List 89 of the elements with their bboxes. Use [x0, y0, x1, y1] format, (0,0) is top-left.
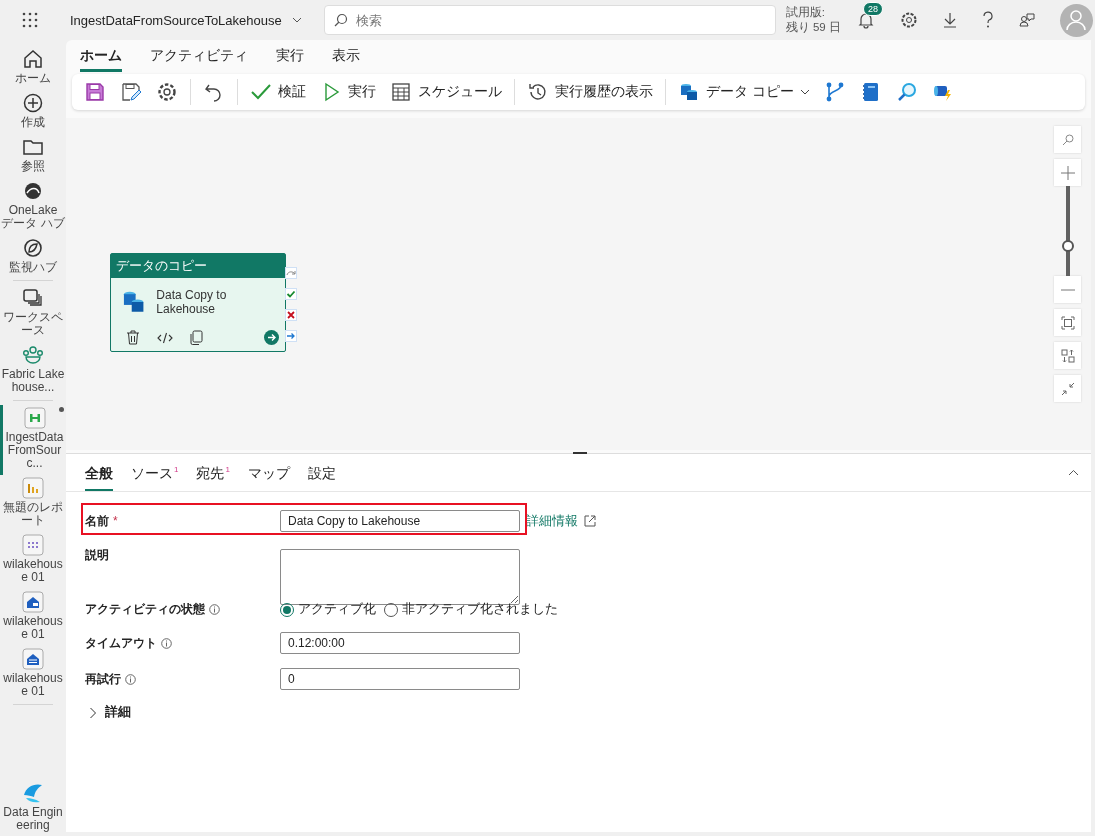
- info-icon[interactable]: [209, 604, 220, 615]
- notification-bell-icon[interactable]: [856, 11, 875, 29]
- radio-option[interactable]: アクティブ化: [280, 601, 376, 618]
- info-icon[interactable]: [161, 637, 172, 649]
- people-icon: [21, 343, 45, 367]
- grid-dots-icon: [21, 533, 45, 557]
- search-field[interactable]: 検索: [323, 5, 776, 35]
- nav-item[interactable]: ホーム: [0, 46, 66, 90]
- field-label: 名前: [85, 512, 109, 530]
- chevron-right-icon: [89, 706, 97, 719]
- minus-icon: [1060, 288, 1075, 291]
- search-icon: [1061, 133, 1074, 146]
- nav-item[interactable]: wilakehouse 01: [0, 532, 66, 589]
- nav-item[interactable]: OneLake データ ハブ: [0, 178, 66, 235]
- panel-tab[interactable]: 設定: [307, 454, 336, 491]
- success-port-icon[interactable]: [285, 288, 297, 300]
- pipeline-title[interactable]: IngestDataFromSourceToLakehouse: [70, 12, 282, 28]
- plus-circle-icon: [21, 91, 45, 115]
- field-label: タイムアウト: [85, 634, 157, 652]
- arrange-icon: [1060, 348, 1075, 363]
- copy-data-activity[interactable]: データのコピー Data Copy to Lakehouse: [110, 253, 286, 352]
- settings-icon[interactable]: [899, 11, 918, 29]
- external-link-icon: [584, 515, 596, 527]
- zoom-search-button[interactable]: [1054, 126, 1081, 153]
- trial-status: 試用版: 残り 59 日: [785, 5, 841, 35]
- nav-item[interactable]: ワークスペース: [0, 285, 66, 342]
- activity-title: データのコピー: [111, 254, 285, 278]
- nav-item[interactable]: 参照: [0, 134, 66, 178]
- zoom-slider-thumb[interactable]: [1061, 239, 1074, 252]
- disk-pencil-icon: [120, 81, 142, 103]
- code-icon[interactable]: [157, 331, 173, 344]
- ribbon-tab[interactable]: 表示: [332, 40, 360, 72]
- chevron-down-icon[interactable]: [291, 17, 302, 23]
- copy-data-button[interactable]: データ コピー: [672, 77, 816, 107]
- nav-item[interactable]: Fabric Lakehouse...: [0, 342, 66, 399]
- info-icon[interactable]: [125, 673, 136, 685]
- feedback-icon[interactable]: [1017, 11, 1036, 29]
- download-icon[interactable]: [941, 11, 958, 29]
- ribbon-tab[interactable]: 実行: [276, 40, 304, 72]
- field-label: 再試行: [85, 670, 121, 688]
- completion-port-icon[interactable]: [285, 330, 297, 342]
- copy-icon[interactable]: [190, 330, 203, 345]
- panel-tab[interactable]: マップ: [247, 454, 290, 491]
- collapse-arrows-icon: [1060, 381, 1075, 396]
- schedule-button[interactable]: スケジュール: [384, 77, 508, 107]
- history-icon: [527, 81, 549, 103]
- panel-tab[interactable]: 宛先$^{1}$: [196, 454, 230, 491]
- nav-item[interactable]: IngestDataFromSourc...: [0, 405, 66, 475]
- delete-icon[interactable]: [126, 330, 140, 345]
- run-history-button[interactable]: 実行履歴の表示: [521, 77, 659, 107]
- caret-icon: [799, 89, 810, 95]
- retry-field[interactable]: 0: [280, 668, 520, 690]
- arrow-right-circle-icon[interactable]: [264, 330, 279, 345]
- plus-icon: [1060, 165, 1075, 180]
- failure-port-icon[interactable]: [285, 309, 297, 321]
- nav-item[interactable]: 作成: [0, 90, 66, 134]
- notification-count: 28: [862, 2, 883, 16]
- field-label: 説明: [85, 547, 109, 564]
- lakehouse-icon: [21, 647, 45, 671]
- fit-screen-icon: [1060, 315, 1075, 330]
- advanced-expander[interactable]: 詳細: [89, 704, 131, 721]
- ribbon-tab[interactable]: アクティビティ: [150, 40, 248, 72]
- pipeline-icon: [22, 406, 47, 430]
- panel-tab[interactable]: ソース$^{1}$: [131, 454, 179, 491]
- warehouse-icon: [21, 590, 45, 614]
- home-icon: [21, 47, 45, 71]
- database-icon: [678, 81, 700, 103]
- fit-to-screen-button[interactable]: [1054, 309, 1081, 336]
- app-launcher-icon[interactable]: [22, 12, 38, 28]
- help-icon[interactable]: [981, 11, 994, 29]
- activity-name: Data Copy to Lakehouse: [156, 288, 228, 316]
- validate-button[interactable]: 検証: [244, 77, 312, 107]
- name-field[interactable]: Data Copy to Lakehouse: [280, 510, 520, 532]
- nav-item[interactable]: 無題のレポート: [0, 475, 66, 532]
- gear-icon: [156, 81, 178, 103]
- chevron-up-icon[interactable]: [1068, 469, 1079, 476]
- run-button[interactable]: 実行: [314, 77, 382, 107]
- report-icon: [21, 476, 45, 500]
- nav-item[interactable]: wilakehouse 01: [0, 646, 66, 703]
- nav-item[interactable]: wilakehouse 01: [0, 589, 66, 646]
- field-label: アクティビティの状態: [85, 601, 205, 618]
- nav-item[interactable]: Data Engineering: [0, 780, 66, 836]
- required-mark: *: [113, 514, 118, 528]
- auto-align-button[interactable]: [1054, 342, 1081, 369]
- radio-option[interactable]: 非アクティブ化されました: [384, 601, 558, 618]
- calendar-icon: [390, 81, 412, 103]
- nav-item[interactable]: 監視ハブ: [0, 235, 66, 279]
- panel-tab[interactable]: 全般: [85, 454, 113, 491]
- timeout-field[interactable]: 0.12:00:00: [280, 632, 520, 654]
